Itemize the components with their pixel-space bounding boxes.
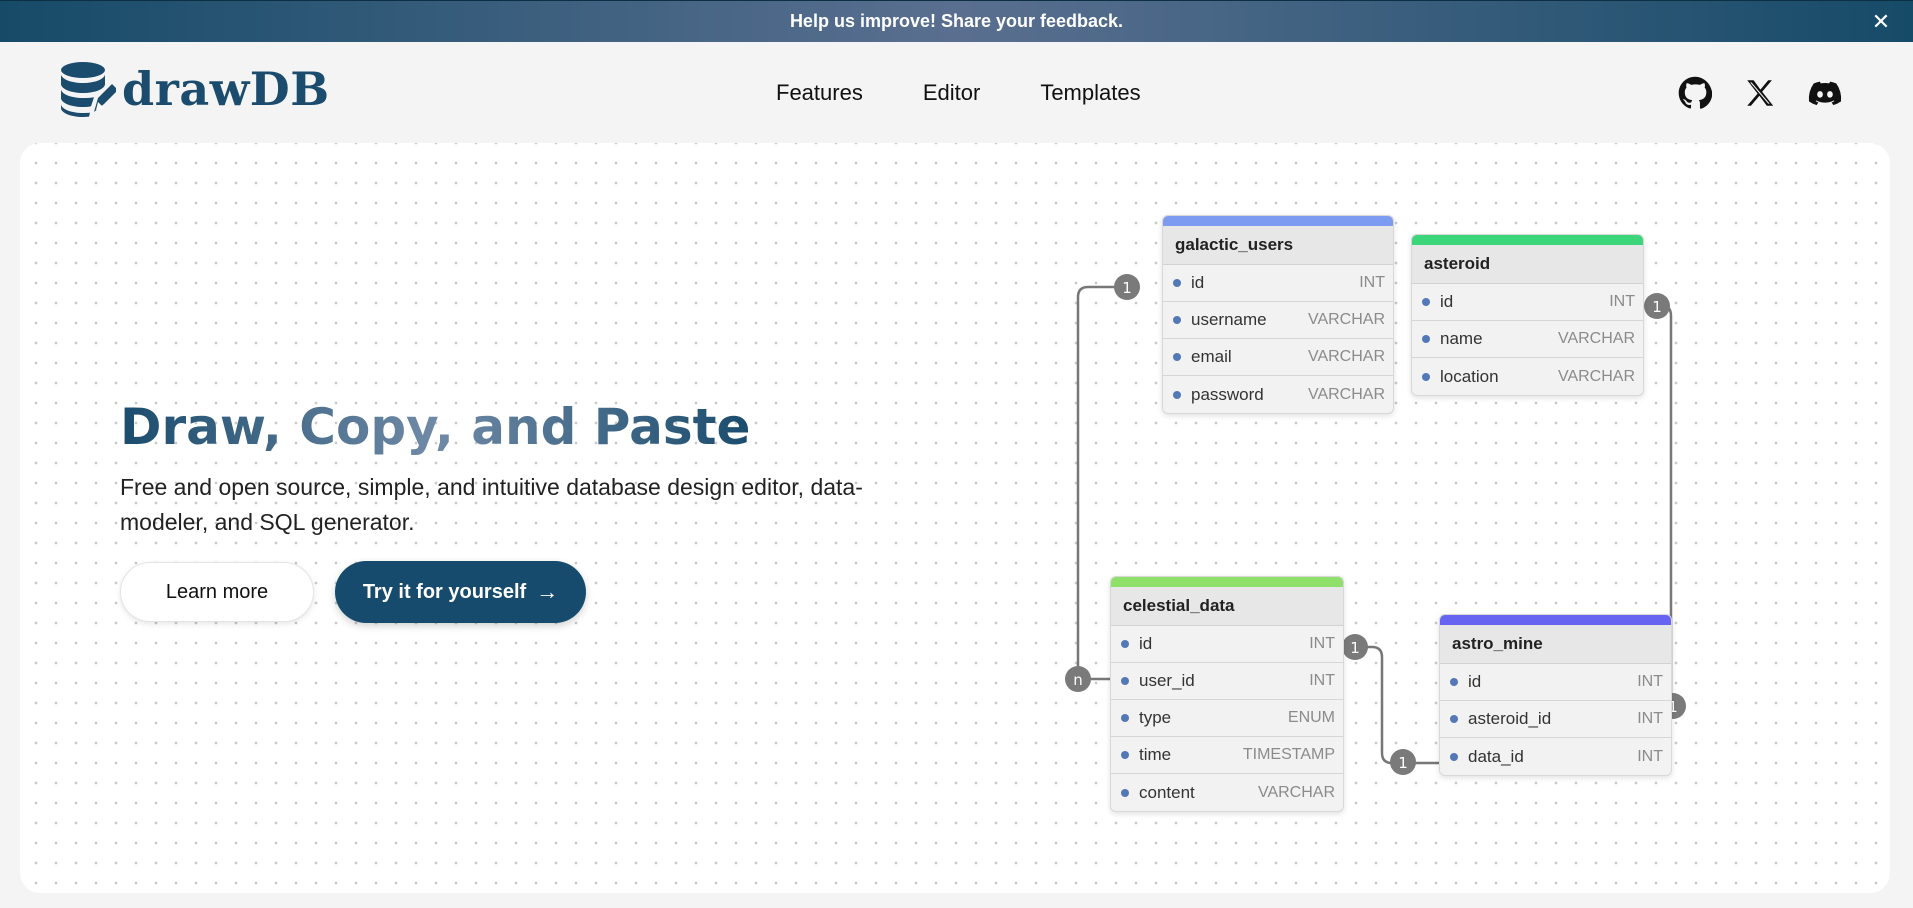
table-color-bar [1111,577,1343,587]
badge-label: 1 [1652,298,1662,316]
table-field[interactable]: asteroid_id INT [1440,701,1671,738]
table-astro-mine[interactable]: astro_mine id INT asteroid_id INT data_id I… [1439,614,1672,776]
table-field[interactable]: id INT [1412,284,1643,321]
field-type: VARCHAR [1307,311,1385,328]
field-name: type [1139,708,1172,727]
field-name: time [1139,745,1172,764]
field-name: location [1440,366,1499,386]
field-type: VARCHAR [1307,385,1385,403]
field-name: password [1191,384,1264,404]
field-dot-icon [1450,752,1458,761]
field-name: name [1440,329,1483,348]
field-type: TIMESTAMP [1242,746,1335,763]
field-dot-icon [1450,678,1458,686]
field-dot-icon [1121,677,1129,685]
field-type: INT [1609,293,1635,310]
field-type: INT [1637,710,1663,727]
field-dot-icon [1173,316,1181,324]
field-dot-icon [1422,298,1430,306]
table-field[interactable]: username VARCHAR [1163,302,1393,339]
table-field[interactable]: location VARCHAR [1412,358,1643,395]
table-galactic-users[interactable]: galactic_users id INT username VARCHAR ema… [1162,215,1394,414]
relation-badge-mine-data: 1 [1390,749,1416,775]
table-field[interactable]: time TIMESTAMP [1111,737,1343,774]
relation-badge-users: 1 [1114,274,1140,300]
field-type: INT [1637,747,1663,765]
field-dot-icon [1173,279,1181,287]
field-name: id [1191,273,1205,292]
table-color-bar [1412,235,1643,245]
field-type: INT [1637,673,1663,690]
table-field[interactable]: data_id INT [1440,738,1671,775]
field-dot-icon [1173,390,1181,399]
field-name: username [1191,310,1267,329]
table-name: galactic_users [1163,226,1393,265]
table-field[interactable]: name VARCHAR [1412,321,1643,358]
badge-label: n [1073,671,1083,689]
field-name: user_id [1139,671,1195,690]
field-name: data_id [1468,746,1524,766]
badge-label: 1 [1350,639,1360,657]
field-name: id [1440,292,1454,311]
relation-badge-data-n: n [1065,666,1091,692]
table-field[interactable]: id INT [1111,626,1343,663]
field-name: email [1191,347,1232,366]
table-field[interactable]: content VARCHAR [1111,774,1343,811]
table-field[interactable]: id INT [1440,664,1671,701]
field-type: INT [1309,635,1335,652]
table-name: asteroid [1412,245,1643,284]
table-field[interactable]: email VARCHAR [1163,339,1393,376]
table-field[interactable]: password VARCHAR [1163,376,1393,413]
table-color-bar [1440,615,1671,625]
field-dot-icon [1121,640,1129,648]
field-type: VARCHAR [1307,348,1385,365]
table-color-bar [1163,216,1393,226]
relation-badge-asteroid: 1 [1644,293,1670,319]
badge-label: 1 [1122,279,1132,297]
field-type: VARCHAR [1557,367,1635,385]
field-dot-icon [1121,751,1129,759]
table-celestial-data[interactable]: celestial_data id INT user_id INT type ENUM… [1110,576,1344,812]
table-asteroid[interactable]: asteroid id INT name VARCHAR location VARCH… [1411,234,1644,396]
badge-label: 1 [1398,754,1408,772]
table-field[interactable]: id INT [1163,265,1393,302]
field-dot-icon [1173,353,1181,361]
field-dot-icon [1422,372,1430,381]
field-type: ENUM [1287,709,1335,726]
field-dot-icon [1121,788,1129,797]
field-type: INT [1309,672,1335,689]
field-name: asteroid_id [1468,709,1552,728]
table-field[interactable]: type ENUM [1111,700,1343,737]
field-type: INT [1359,274,1385,291]
field-dot-icon [1422,335,1430,343]
field-dot-icon [1121,714,1129,722]
table-name: astro_mine [1440,625,1671,664]
field-name: id [1139,634,1153,653]
field-dot-icon [1450,715,1458,723]
table-name: celestial_data [1111,587,1343,626]
relation-badge-data-id: 1 [1342,634,1368,660]
field-name: id [1468,672,1482,691]
field-type: VARCHAR [1557,330,1635,347]
table-field[interactable]: user_id INT [1111,663,1343,700]
field-type: VARCHAR [1257,783,1335,801]
field-name: content [1139,782,1195,802]
